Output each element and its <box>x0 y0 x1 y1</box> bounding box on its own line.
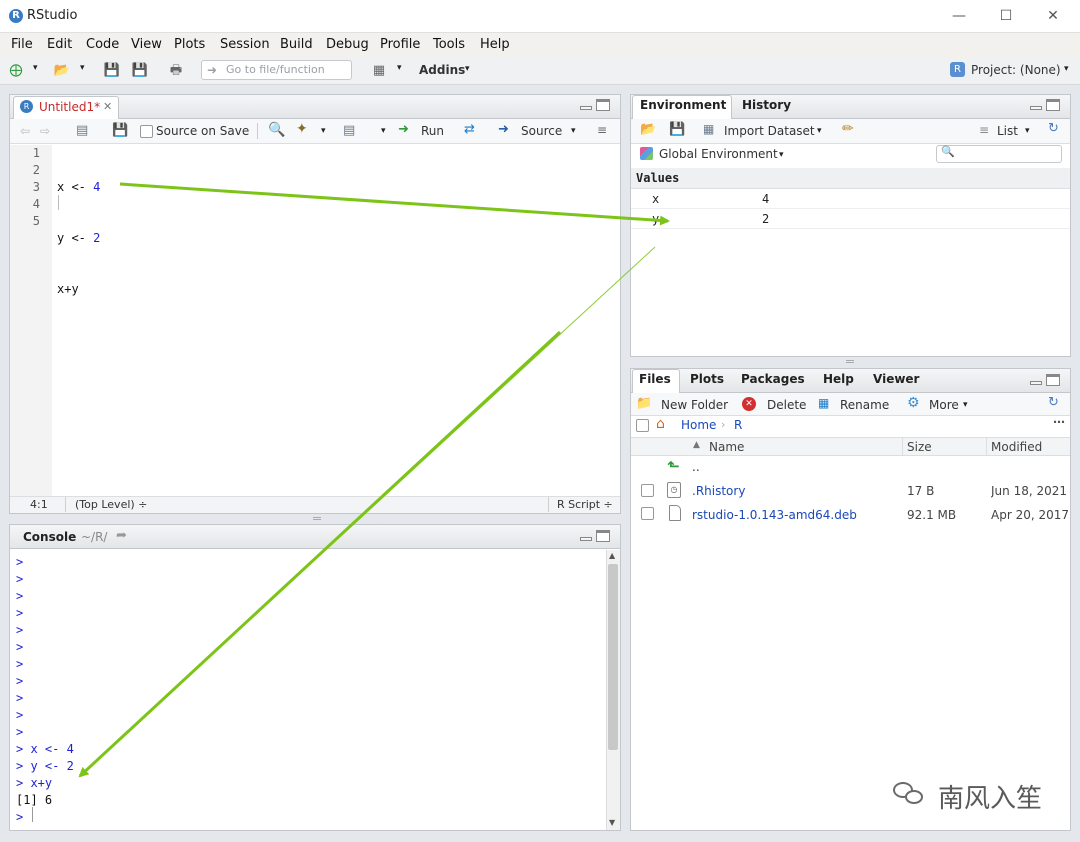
arrow-code-to-env <box>119 182 670 226</box>
watermark-text: 南风入笙 <box>938 784 1043 814</box>
wechat-logo-icon <box>893 780 925 806</box>
annotation-arrows <box>78 182 670 778</box>
arrow-to-console <box>78 330 562 778</box>
